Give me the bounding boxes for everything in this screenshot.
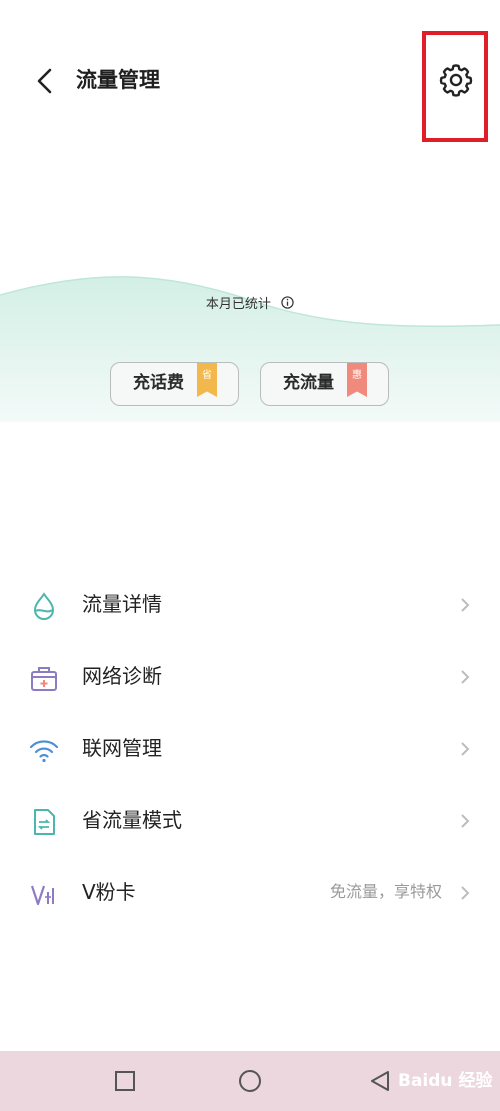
menu-item-network-diagnosis[interactable]: 网络诊断 xyxy=(0,640,500,712)
menu-sub-label: 免流量，享特权 xyxy=(329,882,442,901)
recharge-phone-label: 充话费 xyxy=(133,373,184,393)
vfan-card-icon xyxy=(30,885,54,906)
recent-apps-button[interactable] xyxy=(95,1051,155,1111)
info-icon[interactable] xyxy=(281,296,294,309)
highlight-annotation-box xyxy=(422,31,488,142)
menu-item-vfan-card[interactable]: V粉卡 免流量，享特权 xyxy=(0,856,500,928)
page-title: 流量管理 xyxy=(76,68,160,92)
menu-label: 流量详情 xyxy=(82,592,162,616)
back-triangle-icon xyxy=(371,1071,389,1091)
recharge-data-label: 充流量 xyxy=(283,373,334,393)
app-header: 流量管理 xyxy=(0,0,500,160)
recharge-data-button[interactable]: 充流量 惠 xyxy=(260,362,389,406)
menu-label: 联网管理 xyxy=(82,736,162,760)
usage-wave-panel xyxy=(0,150,500,422)
home-button[interactable] xyxy=(220,1051,280,1111)
wifi-icon xyxy=(29,740,59,763)
chevron-right-icon xyxy=(461,742,470,756)
save-badge: 省 xyxy=(197,363,217,397)
recharge-phone-button[interactable]: 充话费 省 xyxy=(110,362,239,406)
menu-label: 省流量模式 xyxy=(82,808,182,832)
month-stat-label: 本月已统计 xyxy=(0,293,500,312)
menu-label: V粉卡 xyxy=(82,880,136,904)
chevron-right-icon xyxy=(461,886,470,900)
discount-badge: 惠 xyxy=(347,363,367,397)
chevron-right-icon xyxy=(461,814,470,828)
back-button[interactable] xyxy=(28,62,62,100)
wave-background xyxy=(0,276,500,422)
month-stat-text: 本月已统计 xyxy=(205,297,271,312)
recent-apps-icon xyxy=(115,1071,135,1091)
water-drop-icon xyxy=(33,592,55,620)
baidu-watermark: Baidu 经验 xyxy=(398,1071,493,1091)
medical-kit-icon xyxy=(31,667,57,691)
menu-item-traffic-details[interactable]: 流量详情 xyxy=(0,568,500,640)
chevron-right-icon xyxy=(461,598,470,612)
menu-label: 网络诊断 xyxy=(82,664,162,688)
home-icon xyxy=(239,1070,261,1092)
data-saver-file-icon xyxy=(34,809,55,835)
menu-item-data-saver-mode[interactable]: 省流量模式 xyxy=(0,784,500,856)
chevron-right-icon xyxy=(461,670,470,684)
chevron-left-icon xyxy=(37,68,52,94)
menu-item-network-management[interactable]: 联网管理 xyxy=(0,712,500,784)
